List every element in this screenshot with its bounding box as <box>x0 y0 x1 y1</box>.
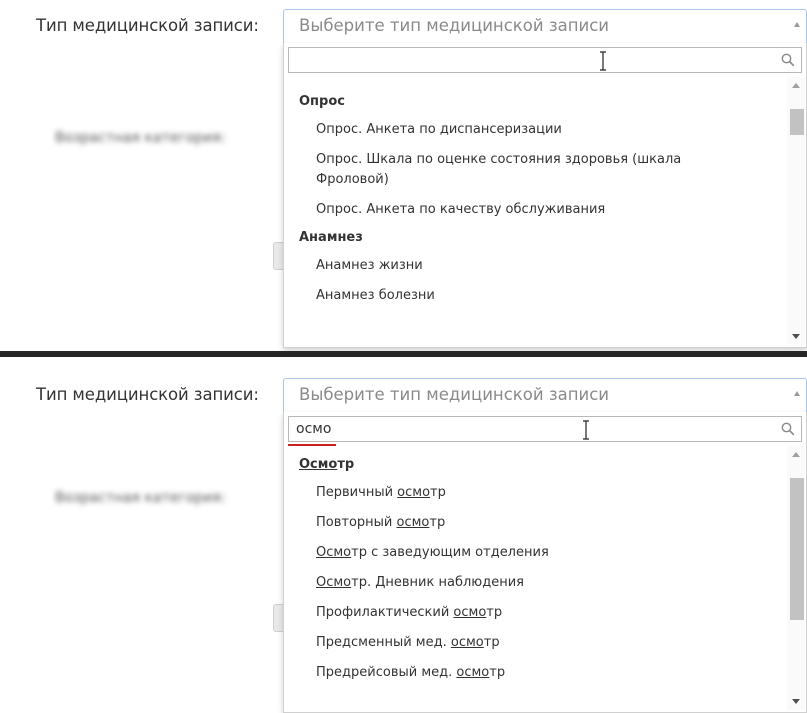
options-list: Осмотр Первичный осмотр Повторный осмотр… <box>285 446 787 712</box>
scrollbar[interactable] <box>787 77 805 345</box>
age-category-label: Возрастная категория: <box>55 490 226 506</box>
list-item[interactable]: Опрос. Анкета по диспансеризации <box>285 115 787 145</box>
opt-after: тр <box>430 485 446 500</box>
match-text: Осмо <box>299 457 338 472</box>
record-type-select[interactable]: Выберите тип медицинской записи <box>283 9 807 43</box>
record-type-select[interactable]: Выберите тип медицинской записи <box>283 378 807 412</box>
scroll-thumb[interactable] <box>790 109 804 135</box>
record-type-dropdown: Осмотр Первичный осмотр Повторный осмотр… <box>283 412 807 713</box>
search-input[interactable] <box>289 417 783 441</box>
match-text: Осмо <box>316 545 352 560</box>
group-header: Опрос <box>299 94 345 109</box>
list-item[interactable]: Предсменный мед. осмотр <box>285 628 787 658</box>
match-text: осмо <box>453 605 487 620</box>
opt-before: Повторный <box>316 515 397 530</box>
opt-after: тр <box>489 665 506 680</box>
select-placeholder: Выберите тип медицинской записи <box>299 16 610 35</box>
panel-separator <box>0 351 807 357</box>
opt-after: тр <box>429 515 446 530</box>
scroll-up-icon[interactable] <box>792 83 800 88</box>
list-item[interactable]: Опрос. Анкета по качеству обслуживания <box>285 195 787 225</box>
opt-before: Профилактический <box>316 605 454 620</box>
search-input[interactable] <box>289 48 783 72</box>
select-placeholder: Выберите тип медицинской записи <box>299 385 610 404</box>
scroll-thumb[interactable] <box>790 478 804 620</box>
list-item[interactable]: Повторный осмотр <box>285 508 787 538</box>
list-item[interactable]: Первичный осмотр <box>285 478 787 508</box>
match-text: осмо <box>456 665 490 680</box>
match-text: осмо <box>397 485 431 500</box>
list-item[interactable]: Осмотр с заведующим отделения <box>285 538 787 568</box>
list-item[interactable]: Предрейсовый мед. осмотр <box>285 658 787 688</box>
scrollbar[interactable] <box>787 446 805 710</box>
search-box[interactable] <box>288 47 802 73</box>
list-item[interactable]: Анамнез болезни <box>285 281 787 311</box>
search-box[interactable] <box>288 416 802 442</box>
list-item[interactable]: Осмотр. Дневник наблюдения <box>285 568 787 598</box>
record-type-label: Тип медицинской записи: <box>36 16 259 35</box>
scroll-up-icon[interactable] <box>792 452 800 457</box>
record-type-label: Тип медицинской записи: <box>36 385 259 404</box>
match-text: осмо <box>450 635 484 650</box>
scroll-down-icon[interactable] <box>792 699 800 704</box>
search-icon[interactable] <box>781 422 795 436</box>
list-item[interactable]: Опрос. Шкала по оценке состояния здоровь… <box>285 145 787 195</box>
text-cursor-icon <box>600 51 606 71</box>
chevron-up-icon <box>794 22 800 27</box>
record-type-dropdown: Опрос Опрос. Анкета по диспансеризации О… <box>283 43 807 348</box>
opt-after: тр <box>486 605 503 620</box>
match-text: Осмо <box>316 575 352 590</box>
bottom-panel: Тип медицинской записи: Возрастная катег… <box>0 358 807 713</box>
scroll-down-icon[interactable] <box>792 334 800 339</box>
text-cursor-icon <box>583 420 589 440</box>
opt-before: Первичный <box>316 485 398 500</box>
header-rest: тр <box>337 457 355 472</box>
opt-after: тр. Дневник наблюдения <box>351 575 524 590</box>
match-text: осмо <box>396 515 430 530</box>
chevron-up-icon <box>794 391 800 396</box>
group-header: Осмотр <box>285 452 787 478</box>
opt-after: тр <box>483 635 500 650</box>
opt-after: тр с заведующим отделения <box>351 545 549 560</box>
group-header: Анамнез <box>299 230 363 245</box>
opt-before: Предрейсовый мед. <box>316 665 457 680</box>
age-category-label: Возрастная категория: <box>55 130 226 146</box>
search-icon[interactable] <box>781 53 795 67</box>
list-item[interactable]: Анамнез жизни <box>285 251 787 281</box>
top-panel: Тип медицинской записи: Возрастная катег… <box>0 0 807 352</box>
list-item[interactable]: Профилактический осмотр <box>285 598 787 628</box>
options-list: Опрос Опрос. Анкета по диспансеризации О… <box>285 77 787 347</box>
opt-before: Предсменный мед. <box>316 635 451 650</box>
